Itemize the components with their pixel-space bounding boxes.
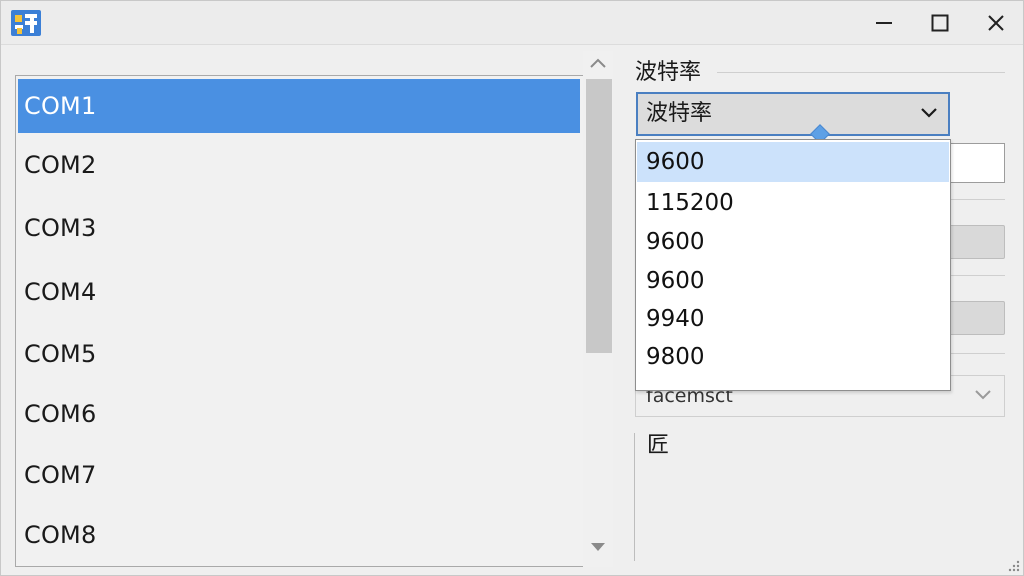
scroll-down-icon: [591, 543, 605, 551]
title-bar: [1, 1, 1023, 45]
baud-rate-combo[interactable]: 波特率: [636, 92, 950, 136]
minimize-button[interactable]: [861, 7, 907, 39]
port-label: COM4: [24, 278, 97, 306]
port-list-item[interactable]: COM4: [18, 265, 580, 319]
vertical-divider: [634, 433, 635, 561]
resize-grip-icon[interactable]: [1007, 559, 1021, 573]
baud-rate-combo-value: 波特率: [646, 101, 713, 126]
baud-option-label: 9600: [646, 268, 705, 294]
port-list-item[interactable]: COM6: [18, 387, 580, 441]
port-list[interactable]: COM1 COM2 COM3 COM4 COM5 COM6 COM7 COM8: [15, 75, 583, 567]
baud-option-label: 115200: [646, 190, 734, 216]
chevron-up-icon: [590, 58, 606, 68]
close-button[interactable]: [973, 7, 1019, 39]
port-list-item[interactable]: COM2: [18, 138, 580, 192]
port-list-item[interactable]: COM8: [18, 508, 580, 562]
scroll-up-button[interactable]: [588, 53, 608, 73]
port-label: COM6: [24, 400, 97, 428]
port-list-item[interactable]: COM7: [18, 448, 580, 502]
port-list-item[interactable]: COM5: [18, 327, 580, 381]
baud-option[interactable]: 9600: [637, 261, 949, 301]
glyph-label: 匠: [647, 433, 670, 458]
chevron-down-icon: [975, 390, 991, 400]
baud-option[interactable]: 9600: [637, 142, 949, 182]
port-list-item[interactable]: COM1: [18, 79, 580, 133]
group-divider: [717, 72, 1005, 73]
baud-rate-group-title: 波特率: [635, 60, 702, 85]
port-label: COM5: [24, 340, 97, 368]
port-list-item[interactable]: COM3: [18, 201, 580, 255]
close-icon: [988, 15, 1004, 31]
port-label: COM8: [24, 521, 97, 549]
minimize-icon: [876, 22, 892, 24]
action-button-1[interactable]: [945, 225, 1005, 259]
chevron-down-icon: [921, 108, 937, 118]
port-label: COM3: [24, 214, 97, 242]
action-button-2[interactable]: [945, 301, 1005, 335]
baud-option-label: 9600: [646, 149, 705, 175]
maximize-button[interactable]: [917, 7, 963, 39]
baud-option[interactable]: 115200: [637, 183, 949, 223]
scroll-thumb[interactable]: [586, 79, 612, 353]
maximize-icon: [931, 14, 949, 32]
app-icon: [11, 10, 41, 36]
port-label: COM7: [24, 461, 97, 489]
port-list-scrollbar[interactable]: [583, 51, 613, 567]
baud-rate-dropdown[interactable]: 9600 115200 9600 9600 9940 9800: [635, 139, 951, 391]
baud-option[interactable]: 9600: [637, 222, 949, 262]
port-label: COM1: [24, 92, 97, 120]
baud-option-label: 9800: [646, 344, 705, 370]
baud-option-label: 9600: [646, 229, 705, 255]
baud-option[interactable]: 9940: [637, 299, 949, 339]
port-label: COM2: [24, 151, 97, 179]
baud-option[interactable]: 9800: [637, 337, 949, 377]
main-window: COM1 COM2 COM3 COM4 COM5 COM6 COM7 COM8 …: [0, 0, 1024, 576]
scroll-down-button[interactable]: [588, 537, 608, 557]
baud-option-label: 9940: [646, 306, 705, 332]
